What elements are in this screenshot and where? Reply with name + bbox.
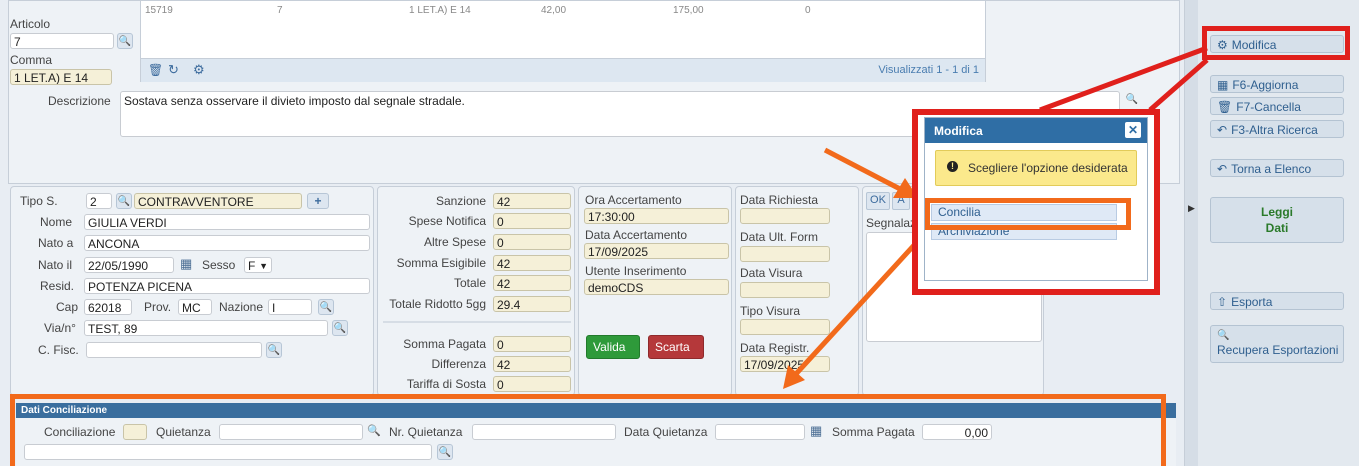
highlight-box-concilia bbox=[925, 198, 1131, 230]
orange-arrow-line bbox=[793, 228, 930, 377]
dialog-message: Scegliere l'opzione desiderata bbox=[968, 161, 1128, 175]
dialog-title: Modifica bbox=[934, 124, 983, 138]
highlight-box-conciliazione bbox=[10, 394, 1166, 466]
orange-arrow-line bbox=[823, 147, 904, 193]
info-icon: ! bbox=[947, 161, 958, 172]
dialog-message-box: ! Scegliere l'opzione desiderata bbox=[935, 150, 1137, 186]
close-icon[interactable]: ✕ bbox=[1125, 122, 1141, 138]
dialog-titlebar: Modifica ✕ bbox=[925, 118, 1147, 143]
